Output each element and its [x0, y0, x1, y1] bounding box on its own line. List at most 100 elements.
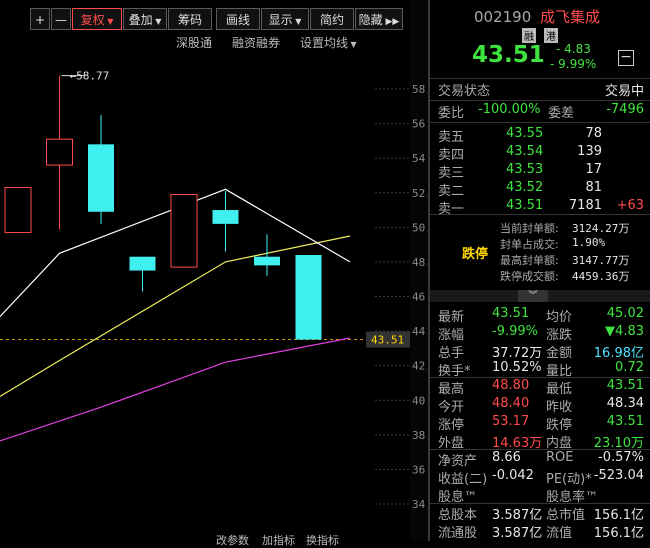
- trade-status-label: 交易状态: [438, 84, 491, 99]
- stat-value: 43.51: [606, 378, 644, 393]
- orderbook-row[interactable]: 卖五 43.55 78: [430, 126, 650, 146]
- last-price-label: 43.51: [371, 334, 404, 347]
- orderbook-price: 43.53: [506, 162, 544, 177]
- minus-box-icon[interactable]: −: [618, 50, 634, 66]
- stock-code: 002190: [474, 8, 532, 26]
- candle-body: [46, 138, 73, 166]
- stat-value: 10.52%: [492, 360, 542, 375]
- stats-row: 总手 37.72万 金额 16.98亿: [430, 342, 650, 362]
- price-change: - 4.83: [556, 42, 591, 56]
- limit-info-value: 3124.27万: [572, 222, 630, 235]
- y-tick-label: 54.00: [412, 152, 428, 165]
- stat-label: 涨幅: [438, 328, 465, 343]
- stat-label: 最高: [438, 382, 465, 397]
- stat-label: PE(动)*: [546, 472, 592, 487]
- stat-label: 最低: [546, 382, 573, 397]
- limit-info-row: 跌停成交额: 4459.36万: [430, 268, 650, 288]
- quote-panel: 002190 成飞集成 融 港 43.51 - 4.83 - 9.99% − 交…: [430, 0, 650, 541]
- commission-diff-label: 委差: [548, 106, 575, 121]
- stat-value: 156.1亿: [593, 508, 644, 523]
- orderbook-row[interactable]: 卖一 43.51 7181 +63: [430, 198, 650, 218]
- chevron-down-icon[interactable]: ︾: [518, 290, 548, 302]
- stats-row: 总股本 3.587亿 总市值 156.1亿: [430, 504, 650, 524]
- stat-value: 43.51: [606, 414, 644, 429]
- stats-row: 最新 43.51 均价 45.02: [430, 306, 650, 326]
- price-change-pct: - 9.99%: [550, 57, 597, 71]
- stat-label: 总股本: [438, 508, 478, 523]
- y-tick-label: 48.00: [412, 256, 428, 269]
- limit-info-value: 4459.36万: [572, 270, 630, 283]
- y-tick-label: 58.00: [412, 83, 428, 96]
- stat-label: 流通股: [438, 526, 478, 541]
- kline-chart-area[interactable]: + — 复权 ▼ 叠加 ▼ 筹码 画线 显示 ▼ 简约 隐藏 ▶▶ 深股通 融资…: [0, 0, 428, 547]
- orderbook-price: 43.52: [506, 180, 544, 195]
- limit-info-label: 最高封单额:: [500, 254, 559, 267]
- orderbook-volume: 139: [577, 144, 602, 159]
- stat-value: 48.40: [492, 396, 530, 411]
- stats-row: 今开 48.40 昨收 48.34: [430, 396, 650, 416]
- trade-status-value: 交易中: [604, 84, 644, 99]
- y-tick-label: 46.00: [412, 291, 428, 304]
- stat-value: 3.587亿: [492, 508, 543, 523]
- y-tick-label: 34.00: [412, 498, 428, 511]
- ma-line-magenta: [0, 337, 351, 442]
- candle-body: [4, 187, 32, 234]
- stats-row: 净资产 8.66 ROE -0.57%: [430, 450, 650, 470]
- stat-value: 43.51: [492, 306, 530, 321]
- orderbook-volume: 78: [585, 126, 602, 141]
- stat-label: 流值: [546, 526, 573, 541]
- stat-value: -523.04: [593, 468, 644, 483]
- margin-tag: 融: [522, 28, 536, 43]
- add-indicator-link[interactable]: 加指标: [262, 532, 295, 548]
- orderbook-row[interactable]: 卖二 43.52 81: [430, 180, 650, 200]
- change-params-link[interactable]: 改参数: [216, 532, 249, 548]
- stats-row: 涨停 53.17 跌停 43.51: [430, 414, 650, 434]
- stat-label: 金额: [546, 346, 573, 361]
- y-tick-label: 50.00: [412, 221, 428, 234]
- orderbook-volume: 81: [585, 180, 602, 195]
- commission-ratio-label: 委比: [438, 106, 465, 121]
- orderbook-row[interactable]: 卖三 43.53 17: [430, 162, 650, 182]
- orderbook-label: 卖三: [438, 166, 465, 181]
- stat-label: 总市值: [546, 508, 586, 523]
- stat-value: 45.02: [606, 306, 644, 321]
- collapse-bar[interactable]: ︾: [430, 290, 650, 302]
- high-marker-label: ←58.77: [70, 70, 110, 83]
- orderbook-row[interactable]: 卖四 43.54 139: [430, 144, 650, 164]
- orderbook-label: 卖五: [438, 130, 465, 145]
- current-price: 43.51: [472, 42, 545, 68]
- stat-label: 总手: [438, 346, 465, 361]
- stat-label: 涨停: [438, 418, 465, 433]
- y-tick-label: 38.00: [412, 429, 428, 442]
- y-tick-label: 44.00: [412, 325, 428, 338]
- stat-value: 48.80: [492, 378, 530, 393]
- stat-value: 16.98亿: [593, 346, 644, 361]
- stock-name: 成飞集成: [540, 8, 601, 26]
- stock-title: 002190 成飞集成: [474, 6, 600, 27]
- candlestick-chart[interactable]: 58.00 56.00 54.00 52.00 50.00 48.00 46.00 44.00…: [0, 0, 428, 541]
- price-axis-bg: [410, 0, 428, 541]
- orderbook-label: 卖四: [438, 148, 465, 163]
- orderbook-label: 卖二: [438, 184, 465, 199]
- stats-row: 涨幅 -9.99% 涨跌 ▼4.83: [430, 324, 650, 344]
- stat-value: 3.587亿: [492, 526, 543, 541]
- y-tick-label: 42.00: [412, 360, 428, 373]
- stat-value: 48.34: [606, 396, 644, 411]
- limit-info-value: 3147.77万: [572, 254, 630, 267]
- candle-body: [212, 210, 239, 224]
- stat-value: 37.72万: [492, 346, 543, 361]
- stat-value: 156.1亿: [593, 526, 644, 541]
- y-tick-label: 40.00: [412, 394, 428, 407]
- orderbook-volume: 7181: [568, 198, 602, 213]
- commission-ratio-value: -100.00%: [478, 102, 541, 117]
- switch-indicator-link[interactable]: 换指标: [306, 532, 339, 548]
- y-tick-label: 56.00: [412, 118, 428, 131]
- stat-label: 今开: [438, 400, 465, 415]
- y-tick-label: 36.00: [412, 463, 428, 476]
- stats-row: 最高 48.80 最低 43.51: [430, 378, 650, 398]
- candle-body: [88, 144, 114, 212]
- stat-label: 昨收: [546, 400, 573, 415]
- orderbook-price: 43.55: [506, 126, 544, 141]
- orderbook-change: +63: [616, 198, 644, 213]
- stat-label: 最新: [438, 310, 465, 325]
